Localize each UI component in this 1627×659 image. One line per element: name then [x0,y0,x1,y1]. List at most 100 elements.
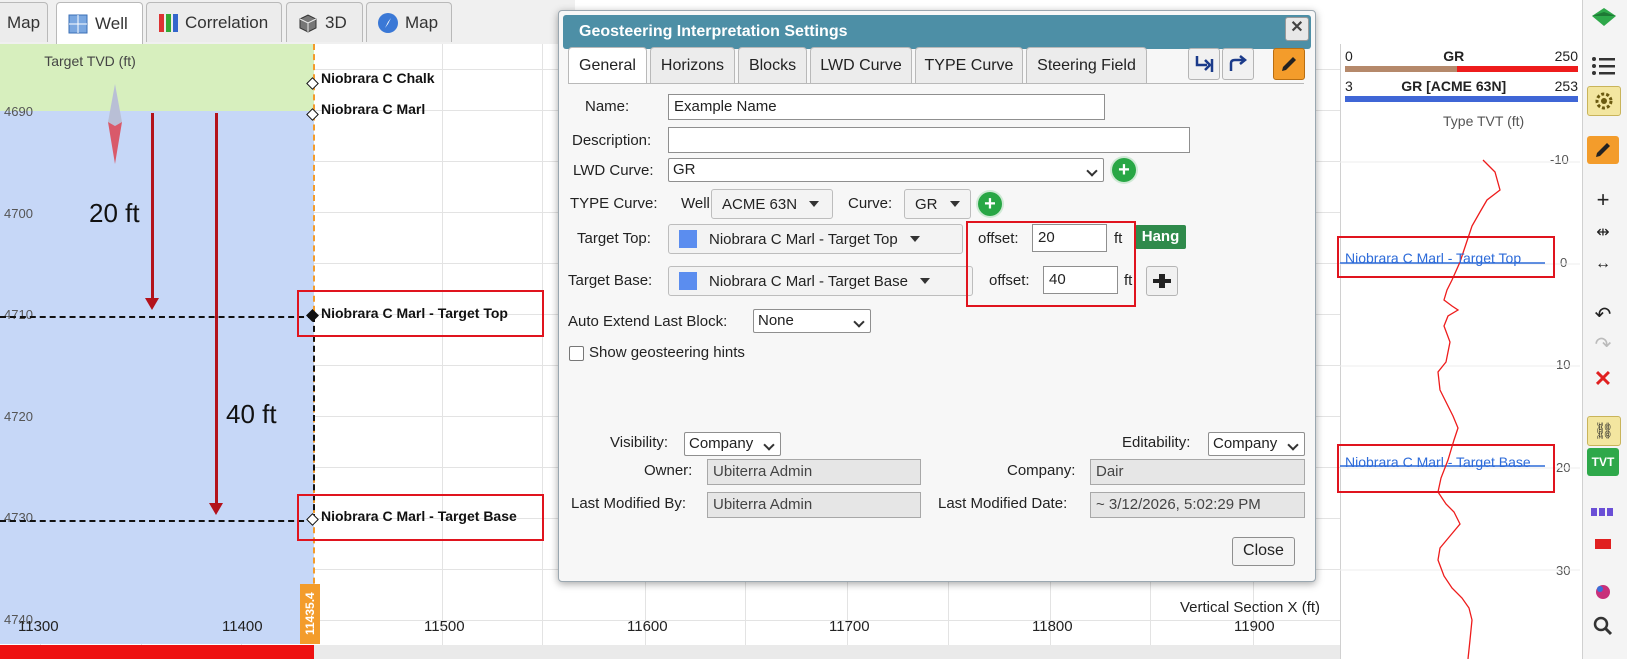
tab-map-2-label: Map [405,12,439,32]
well-dropdown[interactable]: ACME 63N [711,189,833,219]
annotation-40ft: 40 ft [226,399,277,429]
position-scrollbar[interactable] [0,645,314,659]
extend-icon[interactable]: ↔ [1587,250,1619,278]
x-tick: 11300 [18,618,59,635]
add-lwd-curve-icon[interactable]: + [1112,158,1136,182]
tab-lwd-curve[interactable]: LWD Curve [810,47,912,83]
x-tick: 11500 [424,618,465,635]
gr2-max: 253 [1554,78,1578,94]
dialog-title[interactable]: Geosteering Interpretation Settings [563,15,1311,49]
target-interval-line [313,316,315,520]
annotation-20ft: 20 ft [89,198,140,228]
anchor-icon[interactable] [1146,266,1178,296]
settings-gear-icon[interactable] [1587,86,1621,116]
zoom-search-icon[interactable] [1587,612,1619,640]
tab-blocks[interactable]: Blocks [738,47,807,83]
add-icon[interactable]: + [1587,186,1619,214]
target-top-label: Target Top: [577,230,651,247]
tab-3d-label: 3D [325,12,347,32]
menu-icon[interactable] [1587,52,1619,80]
editability-select[interactable]: Company [1208,432,1305,456]
gr2-label: GR [ACME 63N] [1401,78,1507,94]
import-icon[interactable] [1188,48,1220,80]
tab-map-2[interactable]: Map [366,2,452,42]
type-curve-label: TYPE Curve: [570,195,658,212]
target-tvd-label: Target TVD (ft) [44,53,136,69]
gr-max: 250 [1554,48,1578,64]
delete-icon[interactable]: ✕ [1587,365,1619,393]
tab-divider [568,83,1304,84]
position-badge[interactable]: 11435.4 [300,584,320,644]
lwd-curve-select[interactable]: GR [668,158,1104,182]
unlink-icon[interactable]: ⛓ [1587,416,1621,446]
x-tick: 11800 [1032,618,1073,635]
target-top-line [0,316,314,318]
blocks-icon[interactable] [1587,498,1619,526]
gr-min: 0 [1345,48,1353,64]
tab-general[interactable]: General [568,47,647,84]
close-button[interactable]: Close [1232,537,1295,566]
target-base-value: Niobrara C Marl - Target Base [709,272,908,290]
edit-pencil-icon[interactable] [1587,136,1619,164]
visibility-label: Visibility: [610,434,669,451]
visibility-select[interactable]: Company [684,432,781,456]
block-red-icon[interactable] [1587,530,1619,558]
chevron-down-icon [809,201,820,207]
show-hints-label: Show geosteering hints [589,344,745,361]
target-top-dropdown[interactable]: Niobrara C Marl - Target Top [668,224,963,254]
description-label: Description: [572,132,652,149]
target-base-dropdown[interactable]: Niobrara C Marl - Target Base [668,266,973,296]
arrow-40ft-head [209,503,223,515]
layers-icon[interactable] [1587,578,1619,606]
curve-dropdown[interactable]: GR [904,189,971,219]
edit-icon[interactable] [1273,48,1305,80]
tab-well-label: Well [95,14,128,33]
highlight-target-base [297,494,544,541]
gr-curve-header[interactable]: 0 GR 250 [1345,48,1578,72]
gr-curve-trace [1340,159,1580,659]
last-modified-by-label: Last Modified By: [571,495,687,512]
cube-icon [299,13,317,33]
dialog-close-icon[interactable]: ✕ [1285,17,1309,41]
tab-3d[interactable]: 3D [286,2,363,42]
highlight-offsets [966,221,1136,307]
scrollbar-track[interactable] [314,645,1340,659]
show-hints-checkbox[interactable] [569,346,584,361]
target-base-label: Target Base: [568,272,653,289]
x-tick: 11400 [222,618,263,635]
redo-icon[interactable]: ↷ [1587,330,1619,358]
add-type-curve-icon[interactable]: + [978,192,1002,216]
arrow-20ft-head [145,298,159,310]
share-icon[interactable] [1222,48,1254,80]
north-arrow-icon [108,84,122,164]
tab-well[interactable]: Well [56,2,143,45]
auto-extend-select[interactable]: None [753,309,871,333]
chevron-down-icon [909,236,920,242]
tab-map[interactable]: Map [0,2,48,42]
depth-tick: 4700 [4,206,33,221]
tab-steering-field[interactable]: Steering Field [1026,47,1147,83]
horizon-label-chalk: Niobrara C Chalk [321,70,435,86]
gr2-curve-header[interactable]: 3 GR [ACME 63N] 253 [1345,78,1578,102]
tvt-icon[interactable]: TVT [1587,448,1619,476]
lwd-curve-label: LWD Curve: [573,162,654,179]
target-base-line [0,520,314,522]
last-modified-by-field: Ubiterra Admin [707,492,921,518]
curve-dropdown-value: GR [915,195,938,213]
tab-correlation[interactable]: Correlation [146,2,282,42]
compass-icon [378,12,398,33]
target-top-value: Niobrara C Marl - Target Top [709,230,898,248]
owner-field: Ubiterra Admin [707,459,921,485]
view-tab-bar: Map Well Correlation 3D Map [0,0,575,45]
split-icon[interactable]: ⇹ [1587,218,1619,246]
hang-button[interactable]: Hang [1135,225,1186,249]
description-field[interactable] [668,127,1190,153]
tab-type-curve[interactable]: TYPE Curve [915,47,1023,83]
name-field[interactable]: Example Name [668,94,1105,120]
tab-horizons[interactable]: Horizons [650,47,735,83]
target-base-swatch [679,272,697,290]
undo-icon[interactable]: ↶ [1587,300,1619,328]
x-axis-title: Vertical Section X (ft) [1180,599,1321,616]
curve-label: Curve: [848,195,893,212]
depth-tick: 4690 [4,104,33,119]
